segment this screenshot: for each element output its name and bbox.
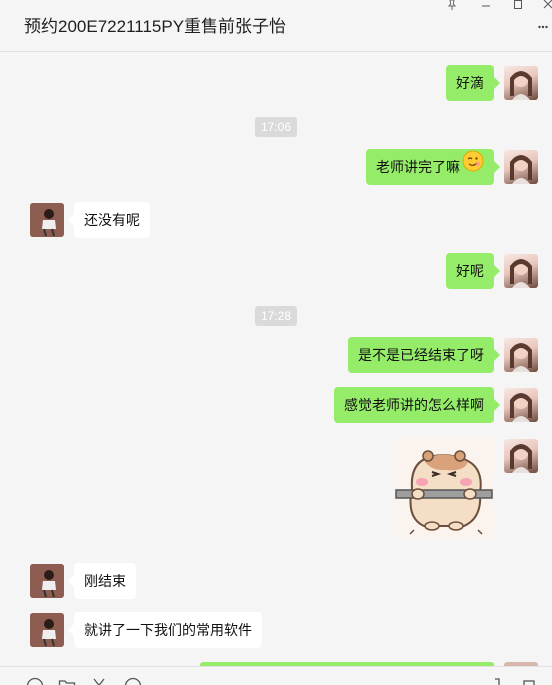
title-bar: 预约200E7221115PY重售前张子怡 (0, 0, 552, 52)
contact-avatar[interactable] (30, 613, 64, 647)
smiley-emoji-icon (462, 149, 484, 185)
my-avatar[interactable] (504, 388, 538, 422)
my-message-bubble[interactable]: 是不是已经结束了呀 (348, 337, 500, 373)
my-message-bubble[interactable]: 好呢 (446, 253, 500, 289)
pin-icon[interactable] (440, 0, 464, 14)
video-call-icon[interactable] (522, 677, 540, 685)
minimize-icon[interactable] (474, 0, 498, 14)
contact-message-bubble[interactable]: 就讲了一下我们的常用软件 (68, 612, 262, 648)
hamster-sticker[interactable] (394, 438, 494, 538)
my-avatar[interactable] (504, 254, 538, 288)
my-message-bubble[interactable]: 老师讲完了嘛 (366, 149, 500, 185)
contact-message-bubble[interactable]: 刚结束 (68, 563, 136, 599)
message-row: 刚结束 (0, 563, 552, 599)
message-row: 就讲了一下我们的常用软件 (0, 612, 552, 648)
message-row: 好滴 (0, 65, 552, 101)
input-toolbar (0, 666, 552, 685)
message-row (0, 438, 552, 538)
contact-avatar[interactable] (30, 203, 64, 237)
my-avatar[interactable] (504, 439, 538, 473)
contact-message-bubble[interactable]: 还没有呢 (68, 202, 150, 238)
message-text: 老师讲完了嘛 (376, 159, 460, 175)
close-icon[interactable] (536, 0, 552, 14)
voice-call-icon[interactable] (490, 677, 508, 685)
message-row: 感觉老师讲的怎么样啊 (0, 387, 552, 423)
my-message-bubble[interactable]: 好滴 (446, 65, 500, 101)
folder-icon[interactable] (58, 677, 76, 685)
chat-history-icon[interactable] (124, 677, 142, 685)
my-avatar[interactable] (504, 66, 538, 100)
scissors-icon[interactable] (90, 677, 108, 685)
maximize-icon[interactable] (506, 0, 530, 14)
my-message-bubble[interactable]: 感觉老师讲的怎么样啊 (334, 387, 500, 423)
message-row: 还没有呢 (0, 202, 552, 238)
timestamp: 17:06 (254, 117, 298, 137)
chat-title: 预约200E7221115PY重售前张子怡 (24, 17, 287, 36)
more-options-icon[interactable] (538, 20, 548, 30)
timestamp: 17:28 (254, 306, 298, 326)
message-list[interactable]: 好滴 17:06 老师讲完了嘛 还没有呢 好呢 17:28 是不是已经结束了呀 … (0, 52, 552, 666)
timestamp-row: 17:06 (0, 117, 552, 137)
my-avatar[interactable] (504, 150, 538, 184)
message-row: 好呢 (0, 253, 552, 289)
timestamp-row: 17:28 (0, 306, 552, 326)
chat-window: 预约200E7221115PY重售前张子怡 好滴 17:06 老师讲完了嘛 还没… (0, 0, 552, 685)
contact-avatar[interactable] (30, 564, 64, 598)
my-avatar[interactable] (504, 338, 538, 372)
emoji-icon[interactable] (26, 677, 44, 685)
message-row: 老师讲完了嘛 (0, 149, 552, 185)
message-row: 是不是已经结束了呀 (0, 337, 552, 373)
